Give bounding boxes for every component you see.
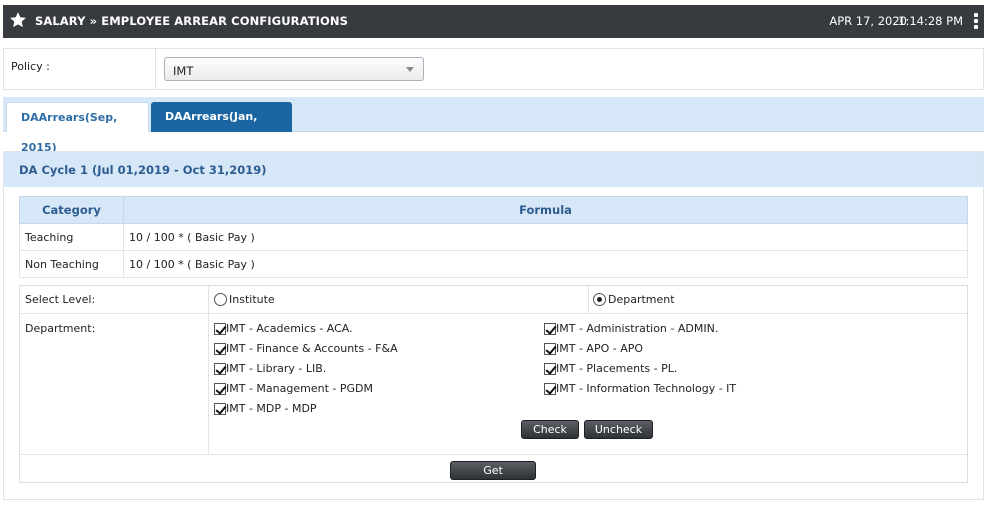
- table-row: Teaching 10 / 100 * ( Basic Pay ): [19, 223, 968, 251]
- chevron-down-icon: [406, 67, 414, 72]
- radio-department-label[interactable]: Department: [608, 293, 675, 306]
- department-checkbox[interactable]: [544, 343, 556, 355]
- radio-institute[interactable]: [214, 293, 227, 306]
- formula-table-header: Category Formula: [19, 196, 968, 224]
- tab-daarrears-sep-2015[interactable]: DAArrears(Sep, 2015): [6, 102, 149, 154]
- policy-divider: [155, 49, 156, 89]
- formula-cell: 10 / 100 * ( Basic Pay ): [123, 250, 968, 278]
- column-divider: [208, 286, 209, 454]
- department-checkbox-label[interactable]: IMT - APO - APO: [556, 342, 643, 355]
- tab-bar: DAArrears(Sep, 2015) DAArrears(Jan, 2020…: [3, 97, 984, 154]
- get-employees-button[interactable]: Get Employees: [450, 461, 536, 494]
- department-checkbox[interactable]: [214, 323, 226, 335]
- department-checkbox-label[interactable]: IMT - Finance & Accounts - F&A: [226, 342, 398, 355]
- department-checkbox[interactable]: [214, 383, 226, 395]
- row-divider: [20, 454, 967, 455]
- department-checkbox-label[interactable]: IMT - Academics - ACA.: [226, 322, 353, 335]
- column-divider: [588, 286, 589, 314]
- department-checkbox-label[interactable]: IMT - Information Technology - IT: [556, 382, 736, 395]
- department-checkbox-label[interactable]: IMT - Library - LIB.: [226, 362, 326, 375]
- department-checkbox-label[interactable]: IMT - Placements - PL.: [556, 362, 677, 375]
- department-checkbox-label[interactable]: IMT - MDP - MDP: [226, 402, 317, 415]
- department-checkbox-label[interactable]: IMT - Administration - ADMIN.: [556, 322, 718, 335]
- da-cycle-title: DA Cycle 1 (Jul 01,2019 - Oct 31,2019): [19, 163, 267, 177]
- header-date: APR 17, 2020: [829, 14, 907, 28]
- tab-daarrears-jan-2020[interactable]: DAArrears(Jan, 2020): [151, 102, 292, 153]
- category-cell: Teaching: [19, 223, 124, 251]
- select-level-label: Select Level:: [25, 293, 96, 306]
- da-cycle-header: DA Cycle 1 (Jul 01,2019 - Oct 31,2019): [4, 152, 983, 187]
- policy-select[interactable]: IMT: [164, 57, 424, 81]
- department-checkbox[interactable]: [544, 363, 556, 375]
- policy-label: Policy :: [11, 60, 50, 73]
- radio-institute-label[interactable]: Institute: [229, 293, 275, 306]
- radio-department[interactable]: [593, 293, 606, 306]
- category-cell: Non Teaching: [19, 250, 124, 278]
- policy-row: Policy : IMT: [3, 48, 984, 90]
- formula-table: Category Formula Teaching 10 / 100 * ( B…: [19, 196, 968, 278]
- top-header-bar: SALARY » EMPLOYEE ARREAR CONFIGURATIONS …: [3, 5, 984, 38]
- column-header-category: Category: [19, 196, 124, 224]
- select-level-row: [20, 286, 967, 314]
- page-title: SALARY » EMPLOYEE ARREAR CONFIGURATIONS: [35, 14, 349, 28]
- column-header-formula: Formula: [123, 196, 968, 224]
- department-checkbox[interactable]: [544, 383, 556, 395]
- department-checkbox[interactable]: [544, 323, 556, 335]
- table-row: Non Teaching 10 / 100 * ( Basic Pay ): [19, 250, 968, 278]
- department-label: Department:: [25, 322, 96, 335]
- policy-select-value: IMT: [173, 64, 194, 78]
- kebab-menu-icon[interactable]: [974, 13, 978, 29]
- formula-cell: 10 / 100 * ( Basic Pay ): [123, 223, 968, 251]
- da-cycle-panel: DA Cycle 1 (Jul 01,2019 - Oct 31,2019) C…: [3, 151, 984, 500]
- star-icon[interactable]: [9, 11, 27, 29]
- check-all-button[interactable]: Check All: [521, 420, 579, 453]
- department-checkbox[interactable]: [214, 343, 226, 355]
- uncheck-all-button[interactable]: Uncheck All: [584, 420, 653, 453]
- department-checkbox-label[interactable]: IMT - Management - PGDM: [226, 382, 373, 395]
- department-checkbox[interactable]: [214, 403, 226, 415]
- level-department-table: Select Level: Institute Department Depar…: [19, 285, 968, 494]
- header-time: 1:14:28 PM: [898, 14, 963, 28]
- department-checkbox[interactable]: [214, 363, 226, 375]
